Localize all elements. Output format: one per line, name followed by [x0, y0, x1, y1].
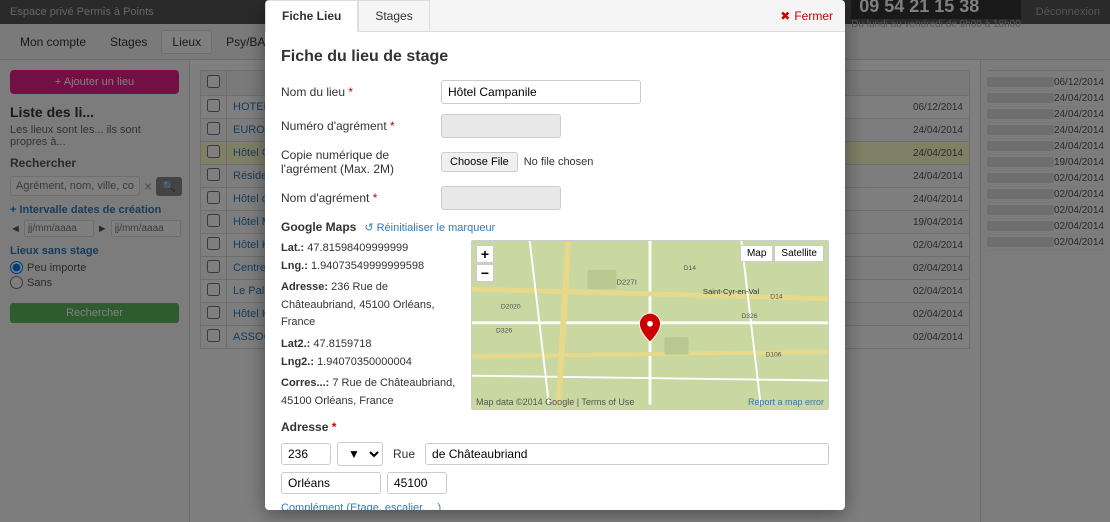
maps-container: Lat.: 47.81598409999999 Lng.: 1.94073549… — [281, 240, 829, 410]
tab-stages[interactable]: Stages — [358, 0, 429, 32]
maps-info: Lat.: 47.81598409999999 Lng.: 1.94073549… — [281, 240, 461, 410]
corres-row: Corres...: 7 Rue de Châteaubriand, 45100… — [281, 375, 461, 410]
address-postal-input[interactable] — [387, 472, 447, 494]
svg-text:D14: D14 — [770, 294, 783, 301]
address-street-type-display: Rue — [393, 447, 415, 461]
map-view-btn[interactable]: Map — [740, 245, 773, 262]
svg-text:D2020: D2020 — [501, 303, 521, 310]
address-street-name-input[interactable] — [425, 443, 829, 465]
modal-body: Fiche du lieu de stage Nom du lieu * Num… — [265, 32, 845, 510]
map-report-link[interactable]: Report a map error — [748, 397, 824, 407]
nom-input[interactable] — [441, 80, 641, 104]
map-image[interactable]: D227I D14 D2020 D326 D326 D14 D106 Saint… — [471, 240, 829, 410]
address-number-input[interactable] — [281, 443, 331, 465]
address-row-city — [281, 472, 829, 494]
svg-text:Saint-Cyr-en-Val: Saint-Cyr-en-Val — [703, 287, 760, 296]
maps-header: Google Maps ↺ Réinitialiser le marqueur — [281, 220, 829, 234]
form-row-nom-agrement: Nom d'agrément * — [281, 186, 829, 210]
nom-agrement-input[interactable] — [441, 186, 561, 210]
form-row-nom: Nom du lieu * — [281, 80, 829, 104]
modal-title: Fiche du lieu de stage — [281, 48, 829, 66]
modal-close-btn[interactable]: ✖ Fermer — [768, 0, 845, 31]
svg-text:D326: D326 — [741, 313, 757, 320]
map-btn-group: Map Satellite — [740, 245, 824, 262]
svg-text:D227I: D227I — [616, 277, 637, 286]
form-row-copie: Copie numérique de l'agrément (Max. 2M) … — [281, 148, 829, 176]
reset-marker-btn[interactable]: ↺ Réinitialiser le marqueur — [364, 221, 495, 234]
satellite-view-btn[interactable]: Satellite — [774, 245, 824, 262]
adresse-row: Adresse: 236 Rue de Châteaubriand, 45100… — [281, 279, 461, 332]
close-circle-icon: ✖ — [780, 9, 790, 23]
form-row-num-agrement: Numéro d'agrément * — [281, 114, 829, 138]
address-street-type-select[interactable]: ▼ — [337, 442, 383, 466]
modal-tabs: Fiche Lieu Stages ✖ Fermer — [265, 0, 845, 32]
modal-overlay: Fiche Lieu Stages ✖ Fermer Fiche du lieu… — [0, 0, 1110, 522]
address-title: Adresse * — [281, 420, 829, 434]
num-agrement-input[interactable] — [441, 114, 561, 138]
lat2-row: Lat2.: 47.8159718 — [281, 336, 461, 354]
svg-text:D106: D106 — [765, 351, 781, 358]
num-agrement-label: Numéro d'agrément * — [281, 119, 441, 133]
complement-link[interactable]: Complément (Etage, escalier, ...) — [281, 502, 441, 510]
map-copyright: Map data ©2014 Google | Terms of Use — [476, 397, 634, 407]
svg-text:D326: D326 — [496, 327, 512, 334]
copie-label: Copie numérique de l'agrément (Max. 2M) — [281, 148, 441, 176]
address-city-input[interactable] — [281, 472, 381, 494]
modal: Fiche Lieu Stages ✖ Fermer Fiche du lieu… — [265, 0, 845, 510]
lng-row: Lng.: 1.94073549999999598 — [281, 258, 461, 276]
zoom-out-btn[interactable]: − — [476, 264, 494, 282]
lat-row: Lat.: 47.81598409999999 — [281, 240, 461, 258]
address-section: Adresse * ▼ Rue Complément (Etage, escal… — [281, 420, 829, 510]
nom-label: Nom du lieu * — [281, 85, 441, 99]
maps-label: Google Maps — [281, 220, 356, 234]
choose-file-btn[interactable]: Choose File — [441, 152, 518, 172]
nom-agrement-label: Nom d'agrément * — [281, 191, 441, 205]
svg-text:D14: D14 — [684, 265, 697, 272]
zoom-controls: + − — [476, 245, 494, 282]
address-row-number: ▼ Rue — [281, 442, 829, 466]
tab-fiche-lieu[interactable]: Fiche Lieu — [265, 0, 358, 32]
lng2-row: Lng2.: 1.94070350000004 — [281, 354, 461, 372]
maps-section: Google Maps ↺ Réinitialiser le marqueur … — [281, 220, 829, 410]
zoom-in-btn[interactable]: + — [476, 245, 494, 263]
no-file-label: No file chosen — [524, 156, 594, 168]
file-input-area: Choose File No file chosen — [441, 152, 593, 172]
